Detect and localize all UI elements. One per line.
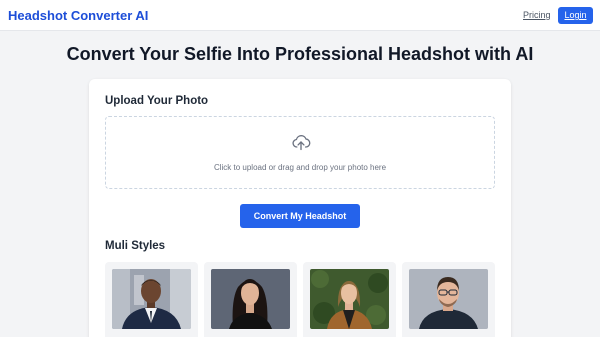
page-title: Convert Your Selfie Into Professional He… [66,44,534,64]
style-photo [112,269,191,329]
pricing-link[interactable]: Pricing [523,10,551,20]
top-navbar: Headshot Converter AI Pricing Login [0,0,600,31]
style-photo [310,269,389,329]
styles-heading: Muli Styles [105,240,166,252]
style-card[interactable] [204,262,297,337]
style-photo [409,269,488,329]
style-grid [105,262,495,337]
convert-headshot-button[interactable]: Convert My Headshot [240,204,360,228]
cloud-upload-icon [291,132,311,152]
dropzone-instruction: Click to upload or drag and drop your ph… [213,163,387,172]
upload-dropzone[interactable]: Click to upload or drag and drop your ph… [105,116,495,189]
style-card[interactable] [303,262,396,337]
app-logo-title[interactable]: Headshot Converter AI [8,8,148,23]
upload-heading: Upload Your Photo [105,95,209,107]
style-card[interactable] [105,262,198,337]
style-card[interactable] [402,262,495,337]
login-button[interactable]: Login [558,7,593,24]
upload-card: Upload Your Photo Click to upload or dra… [89,79,511,337]
style-photo [211,269,290,329]
